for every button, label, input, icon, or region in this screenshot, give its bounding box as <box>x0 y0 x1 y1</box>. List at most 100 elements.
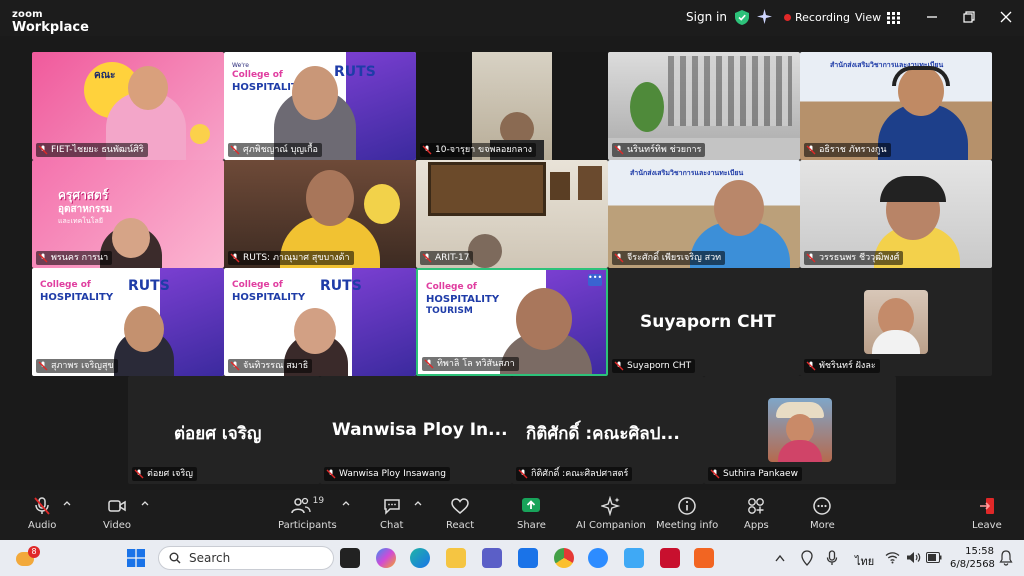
notification-badge: 8 <box>28 546 40 558</box>
participant-tile[interactable]: นรินทร์ทิพ ช่วยการ <box>608 52 800 160</box>
wifi-icon[interactable] <box>885 551 900 564</box>
ai-sparkle-icon <box>600 496 621 516</box>
participant-avatar <box>864 290 928 354</box>
snipping-tool-icon[interactable] <box>624 548 644 568</box>
participant-big-name: Wanwisa Ploy In... <box>332 420 508 440</box>
speaker-icon[interactable] <box>906 551 921 564</box>
chevron-up-icon[interactable] <box>63 500 71 506</box>
battery-icon[interactable] <box>926 552 942 563</box>
mic-muted-icon <box>230 361 240 371</box>
leave-button[interactable]: Leave <box>972 496 1002 531</box>
participant-tile[interactable]: 10-จารุยา ขจพลอยกลาง <box>416 52 608 160</box>
participant-tile[interactable]: RUTS: ภาณุมาศ สุขบางด้า <box>224 160 416 268</box>
chevron-up-icon[interactable] <box>342 500 350 506</box>
mic-muted-icon <box>422 145 432 155</box>
active-speaker-tile[interactable]: College of HOSPITALITY TOURISM ••• ทิพาล… <box>416 268 608 376</box>
chat-button[interactable]: Chat <box>380 496 403 531</box>
participant-tile[interactable]: Wanwisa Ploy In... Wanwisa Ploy Insawang <box>320 376 512 484</box>
chevron-up-icon[interactable] <box>141 500 149 506</box>
video-button[interactable]: Video <box>103 496 131 531</box>
participant-tile[interactable]: College of HOSPITALITY RUTS จันทิวรรณ สม… <box>224 268 416 376</box>
recording-indicator[interactable]: Recording <box>784 11 850 24</box>
meeting-toolbar: Audio Video 19 Participants Chat React S… <box>0 490 1024 540</box>
participant-tile[interactable]: Suthira Pankaew <box>704 376 896 484</box>
participant-name-label: RUTS: ภาณุมาศ สุขบางด้า <box>228 251 354 265</box>
view-button[interactable]: View <box>855 11 901 24</box>
reader-app-icon[interactable] <box>694 548 714 568</box>
edge-browser-icon[interactable] <box>410 548 430 568</box>
copilot-icon[interactable] <box>376 548 396 568</box>
participant-tile[interactable]: สำนักส่งเสริมวิชาการและงานทะเบียน อธิราช… <box>800 52 992 160</box>
minimize-icon[interactable] <box>924 9 940 25</box>
participant-tile[interactable]: พัชรินทร์ ฝังละ <box>800 268 992 376</box>
participant-name-label: อธิราช ภัทรางกูน <box>804 143 891 157</box>
participant-name-label: ARIT-17 <box>420 251 474 265</box>
participant-name-label: Suthira Pankaew <box>708 467 802 481</box>
mic-muted-icon <box>134 469 144 479</box>
participant-name-label: กิติศักดิ์ :คณะศิลปศาสตร์ <box>516 467 633 481</box>
microphone-icon[interactable] <box>826 550 838 566</box>
ai-companion-button[interactable]: AI Companion <box>576 496 646 531</box>
participant-name-label: FIET-ไชยยะ ธนพัฒน์ศิริ <box>36 143 148 157</box>
participant-tile[interactable]: สำนักส่งเสริมวิชาการและงานทะเบียน จีระศั… <box>608 160 800 268</box>
task-view-icon[interactable] <box>340 548 360 568</box>
mic-muted-icon <box>806 361 816 371</box>
mic-muted-icon <box>38 145 48 155</box>
chevron-up-icon[interactable] <box>414 500 422 506</box>
participant-tile[interactable]: ต่อยศ เจริญ ต่อยศ เจริญ <box>128 376 320 484</box>
participant-name-label: วรรธนพร ชีววุฒิพงศ์ <box>804 251 904 265</box>
audio-button[interactable]: Audio <box>28 496 56 531</box>
participant-name-label: Suyaporn CHT <box>612 359 696 373</box>
participant-tile[interactable]: คณะ FIET-ไชยยะ ธนพัฒน์ศิริ <box>32 52 224 160</box>
react-button[interactable]: React <box>446 496 474 531</box>
participant-name-label: Wanwisa Ploy Insawang <box>324 467 450 481</box>
recording-dot-icon <box>784 14 791 21</box>
mic-muted-icon <box>230 253 240 263</box>
info-icon <box>678 497 696 515</box>
participants-button[interactable]: 19 Participants <box>278 496 337 531</box>
mic-muted-icon <box>806 253 816 263</box>
apps-button[interactable]: Apps <box>744 496 769 531</box>
mic-muted-icon <box>326 469 336 479</box>
chevron-up-icon[interactable] <box>775 554 785 562</box>
chat-bubble-icon <box>383 499 400 515</box>
outlook-icon[interactable] <box>518 548 538 568</box>
participant-tile[interactable]: College of HOSPITALITY RUTS สุภาพร เจริญ… <box>32 268 224 376</box>
participant-tile[interactable]: We're College of HOSPITALITY RUTS ศุภพิช… <box>224 52 416 160</box>
mic-muted-icon <box>230 145 240 155</box>
mic-muted-icon <box>424 359 434 369</box>
participant-tile[interactable]: กิติศักดิ์ :คณะศิลป... กิติศักดิ์ :คณะศิ… <box>512 376 704 484</box>
mic-muted-icon <box>614 253 624 263</box>
participant-tile[interactable]: วรรธนพร ชีววุฒิพงศ์ <box>800 160 992 268</box>
participant-name-label: ศุภพิชญาณ์ บุญเกื้อ <box>228 143 322 157</box>
meeting-info-button[interactable]: Meeting info <box>656 496 718 531</box>
participant-tile[interactable]: ครุศาสตร์ อุตสาหกรรม และเทคโนโลยี พรนคร … <box>32 160 224 268</box>
ai-sparkle-icon[interactable] <box>757 9 772 24</box>
close-icon[interactable] <box>998 9 1014 25</box>
share-button[interactable]: Share <box>517 496 546 531</box>
windows-start-icon[interactable] <box>127 549 145 567</box>
more-options-button[interactable]: ••• <box>588 274 602 286</box>
location-icon[interactable] <box>800 550 814 566</box>
input-language[interactable]: ไทย <box>855 552 874 570</box>
mcafee-icon[interactable] <box>660 548 680 568</box>
teams-icon[interactable] <box>482 548 502 568</box>
zoom-logo: zoom Workplace <box>12 9 89 35</box>
mic-muted-icon <box>38 253 48 263</box>
notification-bell-icon[interactable] <box>999 550 1013 566</box>
title-bar: zoom Workplace Sign in Recording View <box>0 0 1024 36</box>
participant-name-label: พัชรินทร์ ฝังละ <box>804 359 880 373</box>
zoom-taskbar-icon[interactable] <box>588 548 608 568</box>
weather-widget[interactable]: 8 <box>14 546 40 570</box>
more-button[interactable]: More <box>810 496 835 531</box>
sign-in-button[interactable]: Sign in <box>686 10 727 24</box>
chrome-icon[interactable] <box>554 548 574 568</box>
taskbar-search[interactable]: Search <box>158 546 334 570</box>
participant-big-name: กิติศักดิ์ :คณะศิลป... <box>526 424 680 444</box>
file-explorer-icon[interactable] <box>446 548 466 568</box>
system-clock[interactable]: 15:58 6/8/2568 <box>950 545 995 571</box>
restore-icon[interactable] <box>961 9 977 25</box>
participant-tile[interactable]: Suyaporn CHT Suyaporn CHT <box>608 268 800 376</box>
participant-tile[interactable]: ARIT-17 <box>416 160 608 268</box>
shield-icon[interactable] <box>735 10 749 25</box>
